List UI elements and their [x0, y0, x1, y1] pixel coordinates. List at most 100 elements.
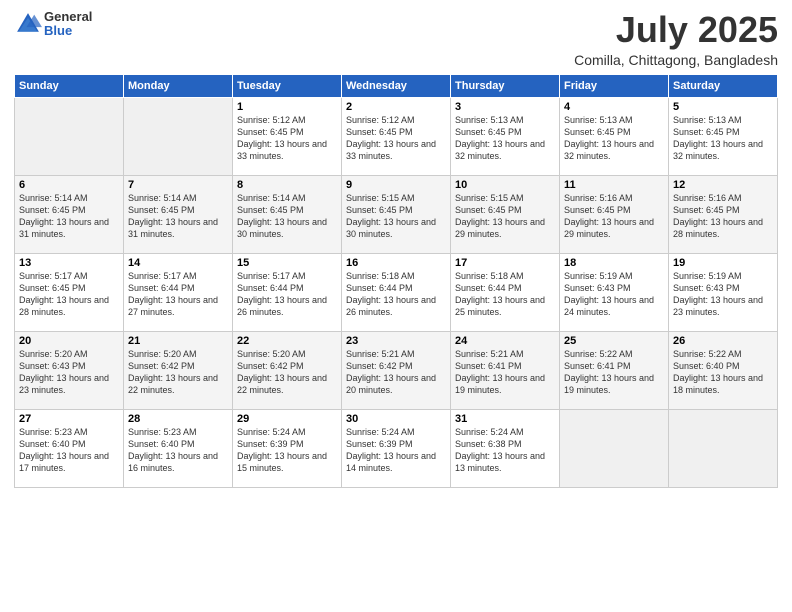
title-block: July 2025 Comilla, Chittagong, Banglades… [574, 10, 778, 68]
day-cell: 20Sunrise: 5:20 AMSunset: 6:43 PMDayligh… [15, 331, 124, 409]
day-info: Sunrise: 5:21 AMSunset: 6:41 PMDaylight:… [455, 348, 555, 397]
calendar-table: SundayMondayTuesdayWednesdayThursdayFrid… [14, 74, 778, 488]
day-info: Sunrise: 5:22 AMSunset: 6:41 PMDaylight:… [564, 348, 664, 397]
calendar-subtitle: Comilla, Chittagong, Bangladesh [574, 52, 778, 68]
day-info: Sunrise: 5:20 AMSunset: 6:42 PMDaylight:… [128, 348, 228, 397]
day-info: Sunrise: 5:23 AMSunset: 6:40 PMDaylight:… [128, 426, 228, 475]
page: General Blue July 2025 Comilla, Chittago… [0, 0, 792, 612]
day-number: 21 [128, 335, 228, 347]
day-info: Sunrise: 5:22 AMSunset: 6:40 PMDaylight:… [673, 348, 773, 397]
day-number: 1 [237, 101, 337, 113]
day-number: 3 [455, 101, 555, 113]
day-info: Sunrise: 5:17 AMSunset: 6:44 PMDaylight:… [237, 270, 337, 319]
day-cell: 29Sunrise: 5:24 AMSunset: 6:39 PMDayligh… [233, 409, 342, 487]
day-cell: 23Sunrise: 5:21 AMSunset: 6:42 PMDayligh… [342, 331, 451, 409]
day-cell: 31Sunrise: 5:24 AMSunset: 6:38 PMDayligh… [451, 409, 560, 487]
day-header-tuesday: Tuesday [233, 74, 342, 97]
day-info: Sunrise: 5:24 AMSunset: 6:39 PMDaylight:… [346, 426, 446, 475]
day-header-thursday: Thursday [451, 74, 560, 97]
day-info: Sunrise: 5:14 AMSunset: 6:45 PMDaylight:… [19, 192, 119, 241]
day-cell: 10Sunrise: 5:15 AMSunset: 6:45 PMDayligh… [451, 175, 560, 253]
day-number: 5 [673, 101, 773, 113]
day-info: Sunrise: 5:23 AMSunset: 6:40 PMDaylight:… [19, 426, 119, 475]
day-cell: 28Sunrise: 5:23 AMSunset: 6:40 PMDayligh… [124, 409, 233, 487]
week-row-1: 6Sunrise: 5:14 AMSunset: 6:45 PMDaylight… [15, 175, 778, 253]
week-row-2: 13Sunrise: 5:17 AMSunset: 6:45 PMDayligh… [15, 253, 778, 331]
day-cell: 6Sunrise: 5:14 AMSunset: 6:45 PMDaylight… [15, 175, 124, 253]
day-cell: 11Sunrise: 5:16 AMSunset: 6:45 PMDayligh… [560, 175, 669, 253]
day-cell: 27Sunrise: 5:23 AMSunset: 6:40 PMDayligh… [15, 409, 124, 487]
day-cell: 13Sunrise: 5:17 AMSunset: 6:45 PMDayligh… [15, 253, 124, 331]
day-header-monday: Monday [124, 74, 233, 97]
day-cell: 12Sunrise: 5:16 AMSunset: 6:45 PMDayligh… [669, 175, 778, 253]
day-cell: 14Sunrise: 5:17 AMSunset: 6:44 PMDayligh… [124, 253, 233, 331]
day-number: 19 [673, 257, 773, 269]
day-number: 14 [128, 257, 228, 269]
day-number: 2 [346, 101, 446, 113]
day-number: 10 [455, 179, 555, 191]
day-info: Sunrise: 5:19 AMSunset: 6:43 PMDaylight:… [673, 270, 773, 319]
day-cell: 17Sunrise: 5:18 AMSunset: 6:44 PMDayligh… [451, 253, 560, 331]
day-number: 23 [346, 335, 446, 347]
logo-icon [14, 10, 42, 38]
day-number: 15 [237, 257, 337, 269]
day-cell: 9Sunrise: 5:15 AMSunset: 6:45 PMDaylight… [342, 175, 451, 253]
day-cell: 8Sunrise: 5:14 AMSunset: 6:45 PMDaylight… [233, 175, 342, 253]
day-cell: 30Sunrise: 5:24 AMSunset: 6:39 PMDayligh… [342, 409, 451, 487]
day-cell: 5Sunrise: 5:13 AMSunset: 6:45 PMDaylight… [669, 97, 778, 175]
day-info: Sunrise: 5:16 AMSunset: 6:45 PMDaylight:… [564, 192, 664, 241]
day-cell: 22Sunrise: 5:20 AMSunset: 6:42 PMDayligh… [233, 331, 342, 409]
logo-general-text: General [44, 10, 92, 24]
day-cell: 4Sunrise: 5:13 AMSunset: 6:45 PMDaylight… [560, 97, 669, 175]
day-cell: 3Sunrise: 5:13 AMSunset: 6:45 PMDaylight… [451, 97, 560, 175]
day-number: 8 [237, 179, 337, 191]
day-cell [15, 97, 124, 175]
day-cell: 2Sunrise: 5:12 AMSunset: 6:45 PMDaylight… [342, 97, 451, 175]
day-number: 29 [237, 413, 337, 425]
day-number: 13 [19, 257, 119, 269]
day-info: Sunrise: 5:13 AMSunset: 6:45 PMDaylight:… [673, 114, 773, 163]
day-info: Sunrise: 5:14 AMSunset: 6:45 PMDaylight:… [237, 192, 337, 241]
day-info: Sunrise: 5:20 AMSunset: 6:43 PMDaylight:… [19, 348, 119, 397]
day-number: 28 [128, 413, 228, 425]
day-info: Sunrise: 5:16 AMSunset: 6:45 PMDaylight:… [673, 192, 773, 241]
day-header-wednesday: Wednesday [342, 74, 451, 97]
day-cell: 15Sunrise: 5:17 AMSunset: 6:44 PMDayligh… [233, 253, 342, 331]
day-number: 7 [128, 179, 228, 191]
logo-blue-text: Blue [44, 24, 92, 38]
day-cell: 1Sunrise: 5:12 AMSunset: 6:45 PMDaylight… [233, 97, 342, 175]
day-cell: 19Sunrise: 5:19 AMSunset: 6:43 PMDayligh… [669, 253, 778, 331]
day-cell: 24Sunrise: 5:21 AMSunset: 6:41 PMDayligh… [451, 331, 560, 409]
logo: General Blue [14, 10, 92, 39]
week-row-0: 1Sunrise: 5:12 AMSunset: 6:45 PMDaylight… [15, 97, 778, 175]
week-row-4: 27Sunrise: 5:23 AMSunset: 6:40 PMDayligh… [15, 409, 778, 487]
day-header-friday: Friday [560, 74, 669, 97]
day-number: 11 [564, 179, 664, 191]
day-number: 22 [237, 335, 337, 347]
day-number: 17 [455, 257, 555, 269]
day-number: 9 [346, 179, 446, 191]
day-cell [560, 409, 669, 487]
logo-text: General Blue [44, 10, 92, 39]
week-row-3: 20Sunrise: 5:20 AMSunset: 6:43 PMDayligh… [15, 331, 778, 409]
day-cell: 21Sunrise: 5:20 AMSunset: 6:42 PMDayligh… [124, 331, 233, 409]
day-number: 20 [19, 335, 119, 347]
day-number: 31 [455, 413, 555, 425]
day-number: 27 [19, 413, 119, 425]
day-number: 18 [564, 257, 664, 269]
day-number: 12 [673, 179, 773, 191]
day-cell: 26Sunrise: 5:22 AMSunset: 6:40 PMDayligh… [669, 331, 778, 409]
day-number: 16 [346, 257, 446, 269]
day-info: Sunrise: 5:17 AMSunset: 6:45 PMDaylight:… [19, 270, 119, 319]
day-info: Sunrise: 5:12 AMSunset: 6:45 PMDaylight:… [237, 114, 337, 163]
day-cell: 18Sunrise: 5:19 AMSunset: 6:43 PMDayligh… [560, 253, 669, 331]
day-info: Sunrise: 5:14 AMSunset: 6:45 PMDaylight:… [128, 192, 228, 241]
day-number: 24 [455, 335, 555, 347]
day-number: 25 [564, 335, 664, 347]
day-number: 26 [673, 335, 773, 347]
day-info: Sunrise: 5:17 AMSunset: 6:44 PMDaylight:… [128, 270, 228, 319]
day-info: Sunrise: 5:18 AMSunset: 6:44 PMDaylight:… [346, 270, 446, 319]
day-number: 6 [19, 179, 119, 191]
day-cell: 7Sunrise: 5:14 AMSunset: 6:45 PMDaylight… [124, 175, 233, 253]
day-cell [124, 97, 233, 175]
